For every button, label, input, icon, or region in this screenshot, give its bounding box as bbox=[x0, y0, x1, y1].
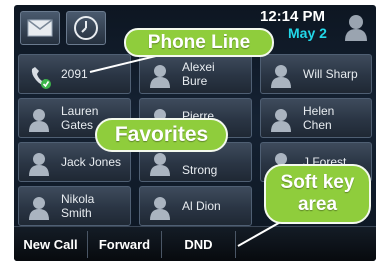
favorites-callout: Favorites bbox=[95, 118, 228, 152]
soft-key-area-callout: Soft key area bbox=[264, 164, 371, 224]
phone-line-callout: Phone Line bbox=[124, 28, 274, 57]
